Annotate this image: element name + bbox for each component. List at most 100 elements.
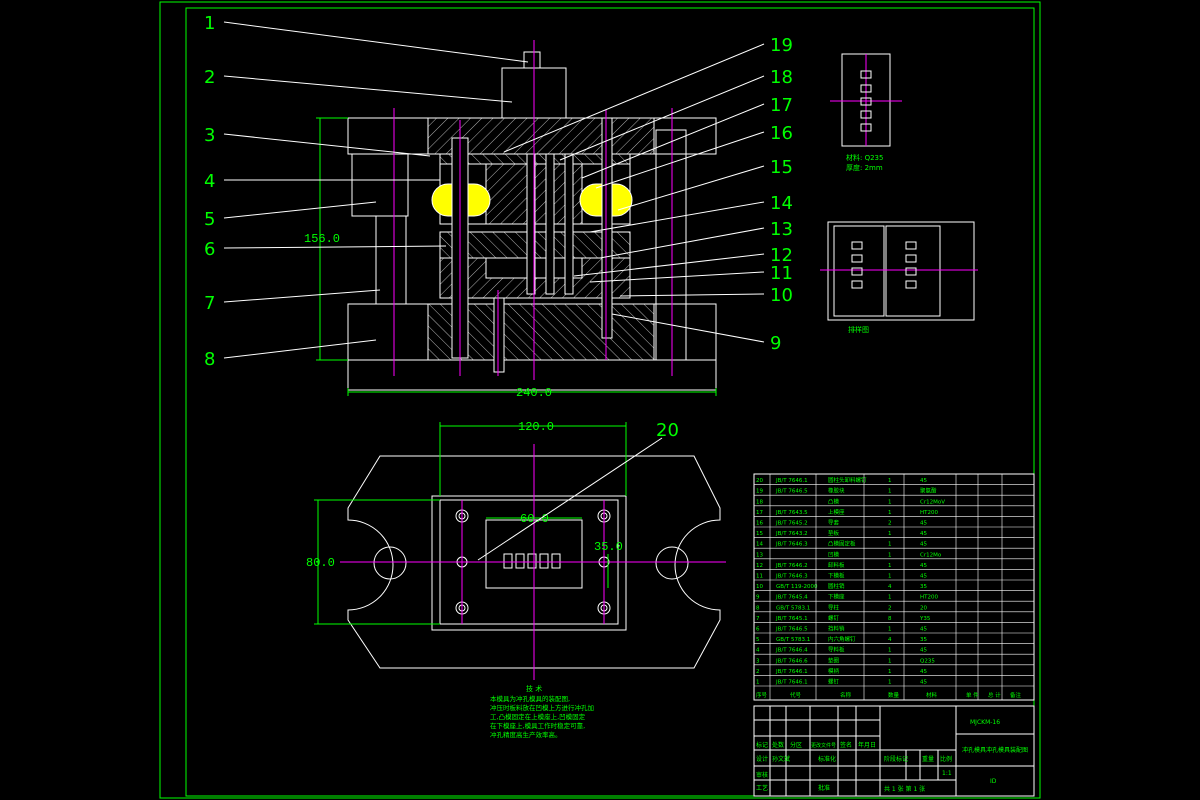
company: ID: [990, 778, 997, 785]
bom-cell-qty: 1: [888, 680, 892, 686]
bom-cell-name: 下模座: [828, 593, 845, 601]
process-label: 工艺: [756, 784, 768, 792]
bom-cell-no: 8: [756, 605, 760, 611]
bom-cell-mat: Y35: [919, 616, 931, 622]
bom-cell-std: JB/T 7646.3: [775, 542, 808, 548]
bom-cell-no: 5: [756, 637, 760, 643]
bom-cell-no: 14: [756, 542, 763, 548]
bom-cell-qty: 1: [888, 478, 892, 484]
cad-drawing: 156.0 240.0 12345678 1918171615141312111…: [159, 1, 1041, 799]
bom-cell-name: 导料板: [828, 646, 845, 654]
height-dimension: 156.0: [304, 232, 340, 246]
bom-cell-qty: 4: [888, 637, 892, 643]
bom-cell-mat: 35: [920, 584, 927, 590]
bom-cell-std: JB/T 7646.1: [775, 478, 808, 484]
technical-notes: 技 术 本模具为冲孔模具的装配图, 冲压时板料放在凹模上方进行冲孔加 工,凸模固…: [490, 684, 594, 739]
bom-cell-name: 凸模: [828, 497, 840, 505]
bom-cell-mat: 35: [920, 637, 927, 643]
bom-cell-std: JB/T 7646.1: [775, 669, 808, 675]
bom-cell-qty: 1: [888, 499, 892, 505]
header-sign: 签名: [840, 741, 852, 749]
bom-cell-no: 15: [756, 531, 763, 537]
callout-label: 1: [204, 13, 215, 34]
bom-cell-no: 18: [756, 499, 763, 505]
bom-cell-qty: 1: [888, 542, 892, 548]
bom-cell-std: JB/T 7646.6: [775, 658, 808, 664]
bom-cell-qty: 4: [888, 584, 892, 590]
scale-value: 1:1: [942, 770, 952, 777]
strip-thickness: 厚度: 2mm: [846, 163, 883, 172]
bom-cell-std: GB/T 119-2000: [776, 584, 818, 590]
bom-header-weight_total: 总 计: [988, 691, 1001, 699]
bom-cell-std: JB/T 7646.5: [775, 627, 808, 633]
bom-cell-mat: 45: [920, 648, 927, 654]
bom-cell-mat: 45: [920, 669, 927, 675]
bom-cell-no: 13: [756, 552, 763, 558]
bom-cell-std: GB/T 5783.1: [776, 637, 810, 643]
callout-label: 15: [770, 157, 793, 178]
bom-table: 20 JB/T 7646.1 圆柱头卸料螺钉 1 4519 JB/T 7646.5 橡胶块 1…: [753, 473, 1035, 701]
bom-cell-qty: 2: [888, 605, 892, 611]
bom-cell-mat: HT200: [920, 595, 938, 601]
bom-cell-no: 11: [756, 574, 763, 580]
plan-view: 120.0 80.0 60.0 35.0 20: [306, 420, 726, 680]
designer-label: 设计: [756, 755, 768, 763]
bom-cell-std: JB/T 7646.4: [775, 648, 808, 654]
bom-cell-mat: 45: [920, 521, 927, 527]
bom-cell-mat: 聚氨酯: [920, 487, 937, 495]
bom-cell-name: 垫圈: [828, 656, 840, 664]
bom-cell-qty: 1: [888, 563, 892, 569]
callout-label: 9: [770, 333, 781, 354]
header-date: 年月日: [858, 741, 876, 749]
bom-cell-mat: 45: [920, 627, 927, 633]
bom-cell-no: 6: [756, 627, 760, 633]
callout-label: 5: [204, 209, 215, 230]
bom-cell-std: JB/T 7646.1: [775, 680, 808, 686]
callout-label: 7: [204, 293, 215, 314]
bom-cell-qty: 8: [888, 616, 892, 622]
bom-cell-qty: 1: [888, 627, 892, 633]
callout-20: 20: [656, 420, 679, 441]
bom-cell-no: 3: [756, 658, 760, 664]
bom-header-std: 代号: [790, 691, 802, 699]
bom-cell-qty: 1: [888, 489, 892, 495]
bom-cell-name: 垫板: [828, 529, 840, 537]
header-marker: 标记: [756, 741, 768, 749]
sheet-count: 共 1 张 第 1 张: [884, 785, 925, 793]
header-zone: 分区: [790, 741, 802, 749]
width-dimension: 240.0: [516, 386, 552, 400]
bom-cell-qty: 1: [888, 531, 892, 537]
bom-cell-mat: HT200: [920, 510, 938, 516]
bom-cell-no: 1: [756, 680, 760, 686]
bom-cell-std: GB/T 5783.1: [776, 605, 810, 611]
callout-label: 8: [204, 349, 215, 370]
bom-cell-qty: 1: [888, 595, 892, 601]
bom-cell-name: 凹模: [828, 550, 840, 558]
bom-cell-mat: Cr12Mo: [920, 552, 942, 558]
title-block: 标记 处数 分区 更改文件号 签名 年月日 设计 孙文斌 标准化 审核 工艺 批…: [753, 705, 1035, 797]
callout-label: 11: [770, 263, 793, 284]
bom-cell-name: 螺钉: [828, 678, 840, 686]
bom-cell-mat: 45: [920, 542, 927, 548]
bom-cell-qty: 1: [888, 658, 892, 664]
bom-header-mat: 材料: [926, 691, 938, 699]
notes-line: 本模具为冲孔模具的装配图,: [490, 694, 570, 703]
bom-cell-name: 圆柱头卸料螺钉: [828, 476, 867, 484]
bom-cell-name: 导柱: [828, 603, 840, 611]
bom-header-no: 序号: [756, 691, 768, 699]
notes-line: 冲压时板料放在凹模上方进行冲孔加: [490, 703, 594, 712]
bom-cell-mat: Cr12MoV: [920, 499, 945, 505]
callout-label: 4: [204, 171, 215, 192]
bom-cell-name: 导套: [828, 519, 840, 527]
bom-cell-no: 17: [756, 510, 763, 516]
bom-cell-name: 下模板: [828, 572, 845, 580]
bom-cell-no: 9: [756, 595, 760, 601]
weight-label: 重量: [922, 755, 934, 763]
bom-cell-no: 2: [756, 669, 760, 675]
callout-label: 18: [770, 67, 793, 88]
bom-cell-name: 凸模固定板: [828, 540, 856, 548]
bom-cell-std: JB/T 7646.3: [775, 574, 808, 580]
bom-cell-mat: 45: [920, 680, 927, 686]
callout-label: 19: [770, 35, 793, 56]
bom-header-name: 名称: [840, 691, 852, 699]
